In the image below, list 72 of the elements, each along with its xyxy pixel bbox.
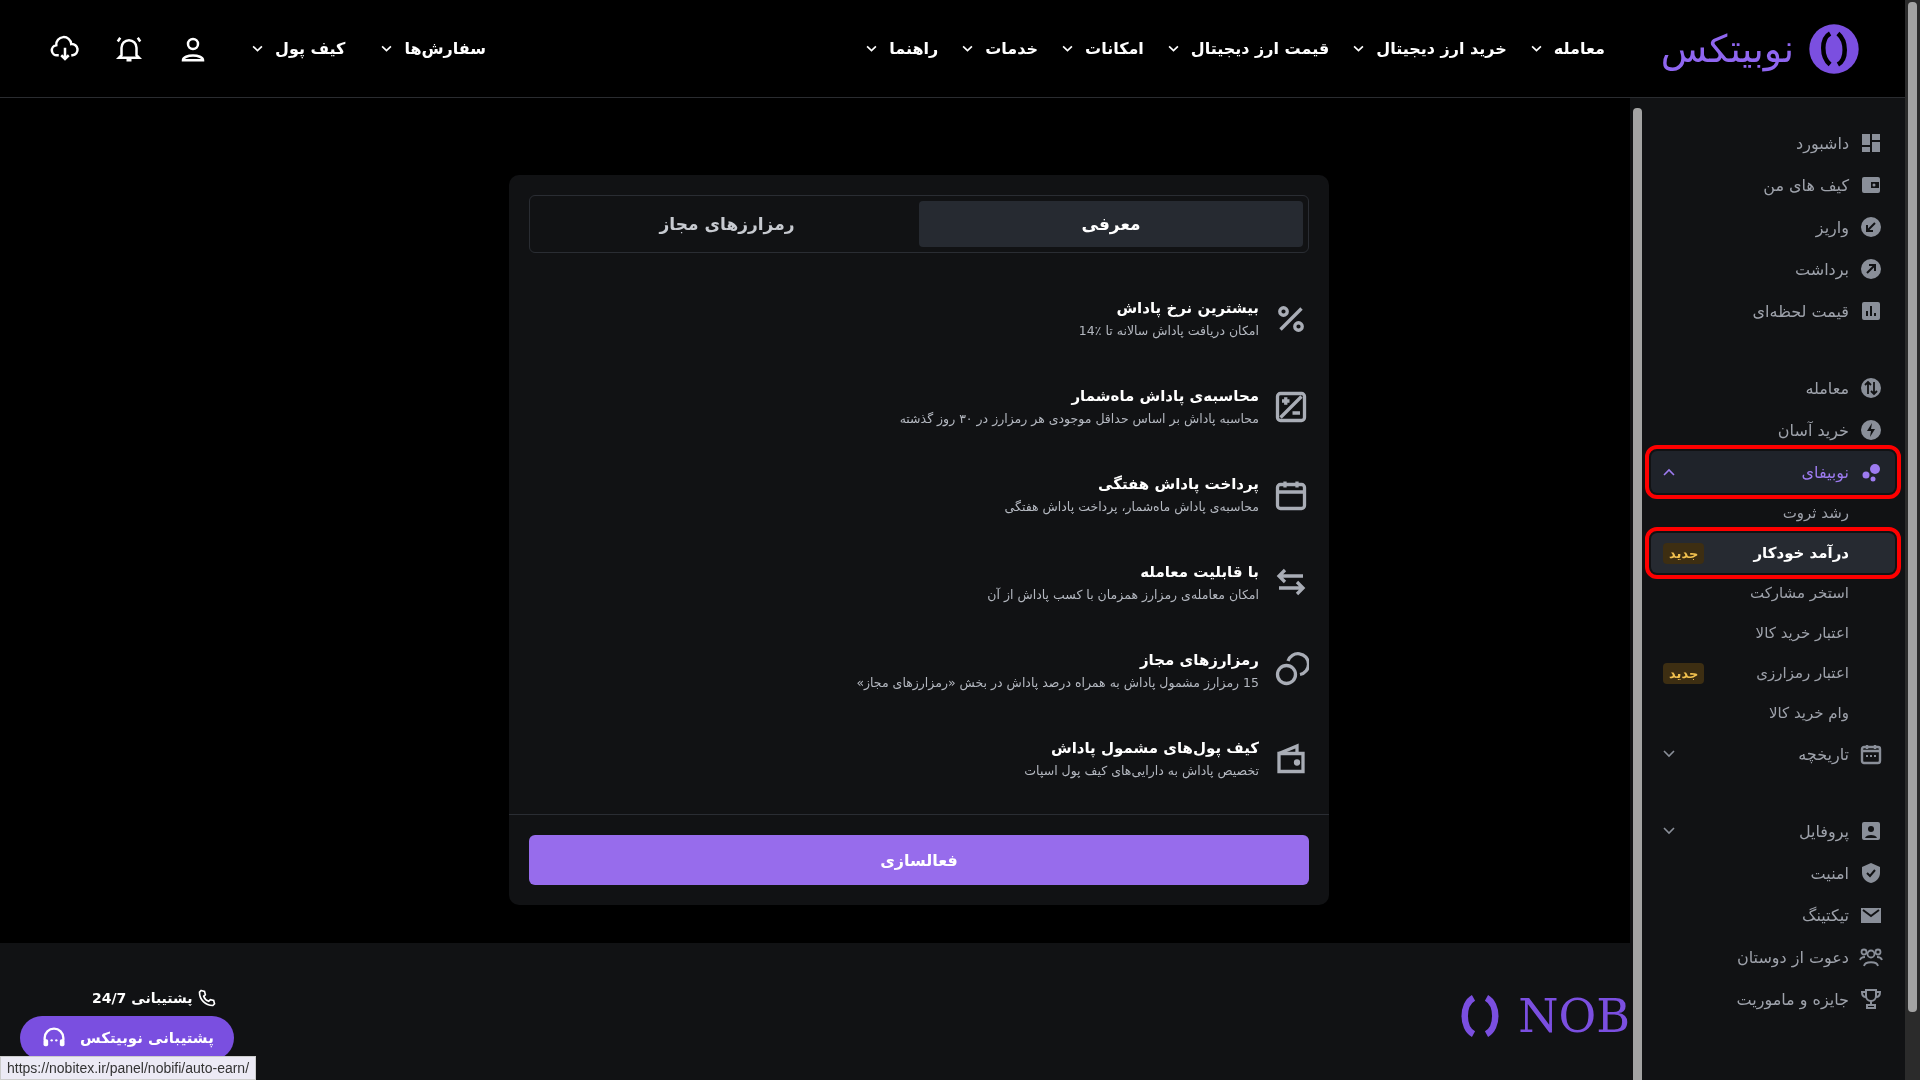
- feature-description: تخصیص پاداش به دارایی‌های کیف پول اسپات: [1024, 762, 1259, 778]
- caret-icon: [1530, 45, 1542, 52]
- sidebar-item[interactable]: دعوت از دوستان: [1651, 936, 1895, 978]
- feature-title: پرداخت پاداش هفتگی: [1097, 475, 1259, 494]
- nav-menu-item[interactable]: کیف پول: [252, 39, 346, 58]
- sidebar-item[interactable]: پروفایل: [1651, 810, 1895, 852]
- calendar-icon: [1859, 742, 1883, 766]
- sidebar-subitem[interactable]: اعتبار خرید کالا: [1651, 613, 1895, 653]
- feature-title: محاسبه‌ی پاداش ماه‌شمار: [1070, 387, 1259, 406]
- status-url: https://nobitex.ir/panel/nobifi/auto-earn/: [0, 1056, 257, 1080]
- chevron-up-icon[interactable]: [1663, 468, 1675, 476]
- feature-description: امکان دریافت پاداش سالانه تا ٪14: [1078, 323, 1259, 339]
- tab[interactable]: رمزارزهای مجاز: [535, 201, 919, 247]
- tab[interactable]: معرفی: [919, 201, 1303, 247]
- bar-chart-icon: [1859, 299, 1883, 323]
- sidebar-item[interactable]: کیف های من: [1651, 164, 1895, 206]
- chevron-down-icon[interactable]: [1663, 827, 1675, 835]
- scrollbar[interactable]: [1633, 108, 1642, 1080]
- feature-description: امکان معامله‌ی رمزارز همزمان با کسب پاداش از آن: [987, 586, 1259, 602]
- lightning-icon: [1859, 418, 1883, 442]
- trophy-icon: [1859, 987, 1883, 1011]
- feature-title: بیشترین نرخ پاداش: [1115, 299, 1259, 318]
- sidebar-item[interactable]: امنیت: [1651, 852, 1895, 894]
- nav-menu-item[interactable]: راهنما: [866, 39, 939, 58]
- chevron-down-icon[interactable]: [1663, 750, 1675, 758]
- footer-logo-text: NOB: [1518, 989, 1630, 1043]
- caret-icon: [962, 45, 974, 52]
- sidebar-item[interactable]: داشبورد: [1651, 122, 1895, 164]
- feature-description: محاسبه‌ی پاداش ماه‌شمار، پرداخت پاداش هفتگی: [1004, 499, 1259, 515]
- activate-button[interactable]: فعالسازی: [529, 835, 1309, 885]
- nav-menu-item[interactable]: خدمات: [962, 39, 1039, 58]
- sidebar-subitem[interactable]: رشد ثروت: [1651, 493, 1895, 533]
- nav-menu-item[interactable]: قیمت ارز دیجیتال: [1167, 39, 1330, 58]
- scrollbar[interactable]: [1908, 2, 1917, 1012]
- shield-check-icon: [1859, 861, 1883, 885]
- caret-icon: [1353, 45, 1365, 52]
- sidebar-subitem[interactable]: استخر مشارکت: [1651, 573, 1895, 613]
- caret-icon: [381, 45, 393, 52]
- caret-icon: [1167, 45, 1179, 52]
- logo-text[interactable]: نوبیتکس: [1660, 26, 1794, 71]
- sidebar-subitem[interactable]: اعتبار رمزارزی جدید: [1651, 653, 1895, 693]
- sidebar-item[interactable]: خرید آسان: [1651, 409, 1895, 451]
- caret-icon: [252, 45, 263, 52]
- sidebar-item[interactable]: جایزه و ماموریت: [1651, 978, 1895, 1020]
- dashboard-icon: [1859, 131, 1883, 155]
- caret-icon: [1062, 45, 1074, 52]
- feature-title: کیف پول‌های مشمول پاداش: [1049, 738, 1259, 757]
- sidebar-item[interactable]: تیکتینگ: [1651, 894, 1895, 936]
- nav-menu-item[interactable]: سفارش‌ها: [381, 39, 487, 58]
- support-label: پشتیبانی 24/7: [92, 990, 193, 1006]
- nav-menu-item[interactable]: امکانات: [1062, 39, 1144, 58]
- logo-icon[interactable]: [1808, 22, 1860, 75]
- sidebar-item[interactable]: واریز: [1651, 206, 1895, 248]
- nav-menu-item[interactable]: خرید ارز دیجیتال: [1353, 39, 1507, 58]
- sidebar-item[interactable]: تاریخچه: [1651, 733, 1895, 775]
- person-icon: [1859, 819, 1883, 843]
- phone-icon: [196, 988, 217, 1008]
- sidebar-item[interactable]: برداشت: [1651, 248, 1895, 290]
- caret-icon: [866, 45, 878, 52]
- new-badge: جدید: [1663, 542, 1705, 564]
- feature-description: محاسبه پاداش بر اساس حداقل موجودی هر رمزارز در ۳۰ روز گذشته: [899, 411, 1259, 427]
- new-badge: جدید: [1663, 662, 1705, 684]
- swap-arrows-icon: [1859, 376, 1883, 400]
- sidebar-item[interactable]: معامله: [1651, 367, 1895, 409]
- feature-title: با قابلیت معامله: [1139, 562, 1259, 581]
- feature-description: 15 رمزارز مشمول پاداش به همراه درصد پاداش در بخش «رمزارزهای مجاز»: [856, 674, 1259, 690]
- feature-title: رمزارزهای مجاز: [1138, 650, 1259, 669]
- arrow-up-right-icon: [1859, 257, 1883, 281]
- sidebar-item[interactable]: قیمت لحظه‌ای: [1651, 290, 1895, 332]
- nav-menu-item[interactable]: معامله: [1530, 39, 1605, 58]
- arrow-down-left-icon: [1859, 215, 1883, 239]
- sidebar-subitem[interactable]: وام خرید کالا: [1651, 693, 1895, 733]
